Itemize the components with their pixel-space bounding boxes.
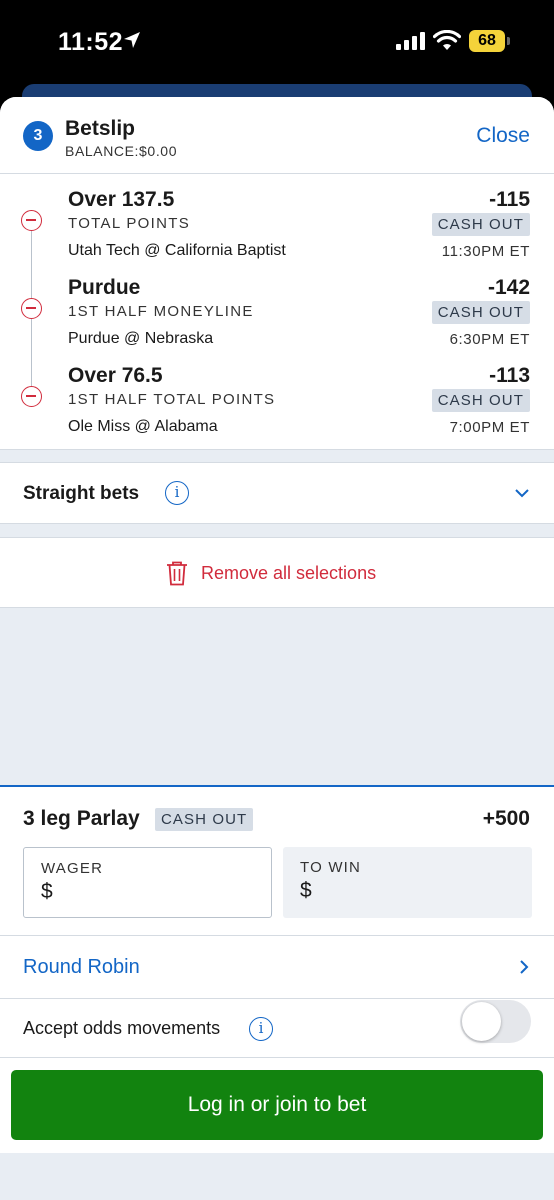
chevron-down-icon[interactable] [514,485,530,501]
selection-count-badge: 3 [23,121,53,151]
to-win-field: TO WIN $ [283,847,532,918]
parlay-cashout-tag: CASH OUT [155,808,254,831]
leg-market: 1ST HALF MONEYLINE [68,303,254,320]
bottom-safe-area [0,1153,554,1200]
cashout-tag: CASH OUT [431,301,530,324]
straight-bets-row[interactable]: Straight bets i [0,462,554,524]
login-button[interactable]: Log in or join to bet [11,1070,543,1140]
betslip-title: Betslip [65,117,136,140]
leg-item: Over 137.5 TOTAL POINTS Utah Tech @ Cali… [0,184,554,272]
leg-selection: Over 76.5 [68,364,163,387]
leg-odds: -142 [487,276,530,299]
leg-market: TOTAL POINTS [68,215,191,232]
to-win-label: TO WIN [300,859,362,876]
info-icon[interactable]: i [249,1017,273,1041]
straight-bets-label: Straight bets [23,483,140,504]
leg-selection: Purdue [68,276,141,299]
accept-odds-row: Accept odds movements i [0,998,554,1058]
to-win-value: $ [300,879,312,902]
leg-odds: -115 [489,188,530,211]
leg-game: Purdue @ Nebraska [68,330,214,347]
parlay-panel: 3 leg Parlay CASH OUT +500 WAGER $ TO WI… [0,785,554,1200]
remove-all-label: Remove all selections [201,563,377,583]
leg-game: Utah Tech @ California Baptist [68,242,286,259]
wager-label: WAGER [41,860,104,877]
round-robin-row[interactable]: Round Robin [0,935,554,998]
remove-leg-icon[interactable] [21,210,42,231]
status-bar: 11:52 68 [0,0,554,84]
leg-market: 1ST HALF TOTAL POINTS [68,391,276,408]
wifi-icon [433,30,461,50]
battery-indicator: 68 [469,30,505,52]
leg-time: 7:00PM ET [449,419,530,436]
accept-odds-toggle[interactable] [460,1000,531,1043]
leg-time: 6:30PM ET [449,331,530,348]
leg-game: Ole Miss @ Alabama [68,418,218,435]
leg-item: Purdue 1ST HALF MONEYLINE Purdue @ Nebra… [0,272,554,360]
leg-time: 11:30PM ET [441,243,530,260]
round-robin-label: Round Robin [23,956,140,978]
cashout-tag: CASH OUT [431,213,530,236]
chevron-right-icon [520,960,529,974]
balance-text: BALANCE:$0.00 [65,143,178,159]
location-arrow-icon [124,32,140,48]
betslip-header: 3 Betslip BALANCE:$0.00 Close [0,97,554,174]
leg-odds: -113 [489,364,530,387]
toggle-knob [462,1002,501,1041]
battery-tip [507,37,510,45]
cashout-tag: CASH OUT [431,389,530,412]
wager-field[interactable]: WAGER $ [23,847,272,918]
parlay-legs: Over 137.5 TOTAL POINTS Utah Tech @ Cali… [0,174,554,450]
close-button[interactable]: Close [476,124,530,148]
leg-item: Over 76.5 1ST HALF TOTAL POINTS Ole Miss… [0,360,554,448]
status-time: 11:52 [58,28,124,56]
trash-icon [167,561,187,586]
accept-odds-label: Accept odds movements [23,1018,221,1038]
wager-input[interactable]: $ [41,880,251,904]
parlay-odds: +500 [482,807,530,830]
signal-icon [396,32,425,50]
betslip-sheet: 3 Betslip BALANCE:$0.00 Close Over 137.5… [0,97,554,1200]
remove-all-button[interactable]: Remove all selections [0,537,554,608]
info-icon[interactable]: i [165,481,189,505]
remove-leg-icon[interactable] [21,298,42,319]
parlay-title: 3 leg Parlay [23,807,140,830]
leg-selection: Over 137.5 [68,188,175,211]
remove-leg-icon[interactable] [21,386,42,407]
